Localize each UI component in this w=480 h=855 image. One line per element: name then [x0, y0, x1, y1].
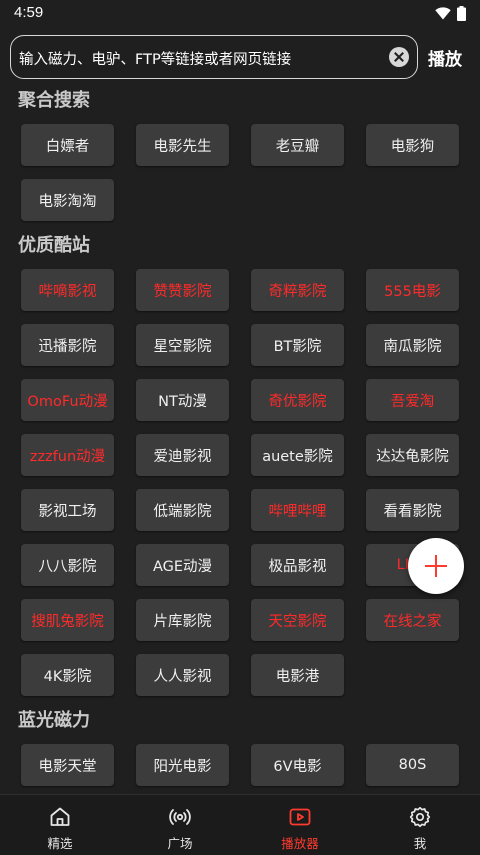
- site-chip[interactable]: 搜肌兔影院: [21, 599, 114, 641]
- site-chip[interactable]: 人人影视: [136, 654, 229, 696]
- site-chip[interactable]: 555电影: [366, 269, 459, 311]
- section-title: 优质酷站: [18, 235, 90, 256]
- site-chip[interactable]: 迅播影院: [21, 324, 114, 366]
- site-chip[interactable]: AGE动漫: [136, 544, 229, 586]
- site-chip[interactable]: 吾爱淘: [366, 379, 459, 421]
- nav-label-me: 我: [413, 836, 427, 851]
- home-icon: [50, 807, 70, 826]
- site-chip[interactable]: 老豆瓣: [251, 124, 344, 166]
- nav-label-player: 播放器: [281, 836, 319, 851]
- nav-item-player[interactable]: 播放器: [240, 795, 360, 855]
- broadcast-icon: [169, 809, 191, 825]
- site-grid: 哔嘀影视 赞赞影院 奇粹影院 555电影迅播影院 星空影院 BT影院 南瓜影院 OmoFu动漫…: [0, 269, 480, 696]
- site-chip[interactable]: 在线之家: [366, 599, 459, 641]
- add-fab-button[interactable]: [408, 538, 464, 594]
- site-chip[interactable]: 阳光电影: [136, 744, 229, 786]
- site-grid: 电影天堂 阳光电影 6V电影 80S: [0, 744, 480, 786]
- site-chip[interactable]: 低端影院: [136, 489, 229, 531]
- search-input[interactable]: 输入磁力、电驴、FTP等链接或者网页链接: [10, 35, 418, 79]
- site-chip[interactable]: 极品影视: [251, 544, 344, 586]
- search-placeholder: 输入磁力、电驴、FTP等链接或者网页链接: [19, 52, 292, 68]
- wifi-icon: [435, 7, 451, 20]
- status-bar: 4:59: [0, 0, 480, 26]
- site-chip[interactable]: auete影院: [251, 434, 344, 476]
- status-time: 4:59: [14, 4, 44, 21]
- site-chip[interactable]: 4K影院: [21, 654, 114, 696]
- clear-icon[interactable]: [389, 47, 409, 67]
- site-chip[interactable]: 达达龟影院: [366, 434, 459, 476]
- site-chip[interactable]: 电影淘淘: [21, 179, 114, 221]
- site-chip[interactable]: 片库影院: [136, 599, 229, 641]
- site-chip[interactable]: 八八影院: [21, 544, 114, 586]
- site-chip[interactable]: OmoFu动漫: [21, 379, 114, 421]
- nav-label-featured: 精选: [47, 836, 73, 851]
- site-chip[interactable]: 电影狗: [366, 124, 459, 166]
- site-chip[interactable]: 看看影院: [366, 489, 459, 531]
- status-icons: [435, 6, 466, 21]
- section-title: 聚合搜索: [18, 90, 90, 111]
- search-row: 输入磁力、电驴、FTP等链接或者网页链接 播放: [0, 34, 480, 80]
- site-chip[interactable]: 奇优影院: [251, 379, 344, 421]
- site-grid: 白嫖者 电影先生 老豆瓣 电影狗电影淘淘: [0, 124, 480, 221]
- site-chip[interactable]: BT影院: [251, 324, 344, 366]
- site-chip[interactable]: 哔嘀影视: [21, 269, 114, 311]
- play-box-icon: [289, 808, 311, 826]
- battery-icon: [457, 6, 466, 21]
- site-chip[interactable]: 奇粹影院: [251, 269, 344, 311]
- site-chip[interactable]: 天空影院: [251, 599, 344, 641]
- nav-item-square[interactable]: 广场: [120, 795, 240, 855]
- site-chip[interactable]: 影视工场: [21, 489, 114, 531]
- site-chip[interactable]: zzzfun动漫: [21, 434, 114, 476]
- gear-icon: [409, 806, 431, 828]
- nav-label-square: 广场: [167, 836, 193, 851]
- nav-item-featured[interactable]: 精选: [0, 795, 120, 855]
- play-button[interactable]: 播放: [428, 45, 462, 70]
- site-chip[interactable]: 赞赞影院: [136, 269, 229, 311]
- site-chip[interactable]: NT动漫: [136, 379, 229, 421]
- site-chip[interactable]: 哔哩哔哩: [251, 489, 344, 531]
- content-scroll[interactable]: 聚合搜索白嫖者 电影先生 老豆瓣 电影狗电影淘淘优质酷站哔嘀影视 赞赞影院 奇粹影院 555…: [0, 84, 480, 794]
- nav-item-me[interactable]: 我: [360, 795, 480, 855]
- site-chip[interactable]: 南瓜影院: [366, 324, 459, 366]
- site-chip[interactable]: 80S: [366, 744, 459, 786]
- site-chip[interactable]: 电影港: [251, 654, 344, 696]
- site-chip[interactable]: 电影天堂: [21, 744, 114, 786]
- site-chip[interactable]: 星空影院: [136, 324, 229, 366]
- site-chip[interactable]: 6V电影: [251, 744, 344, 786]
- site-chip[interactable]: 电影先生: [136, 124, 229, 166]
- bottom-nav: 精选 广场 播放器 我: [0, 794, 480, 855]
- section-title: 蓝光磁力: [18, 710, 90, 731]
- site-chip[interactable]: 爱迪影视: [136, 434, 229, 476]
- site-chip[interactable]: 白嫖者: [21, 124, 114, 166]
